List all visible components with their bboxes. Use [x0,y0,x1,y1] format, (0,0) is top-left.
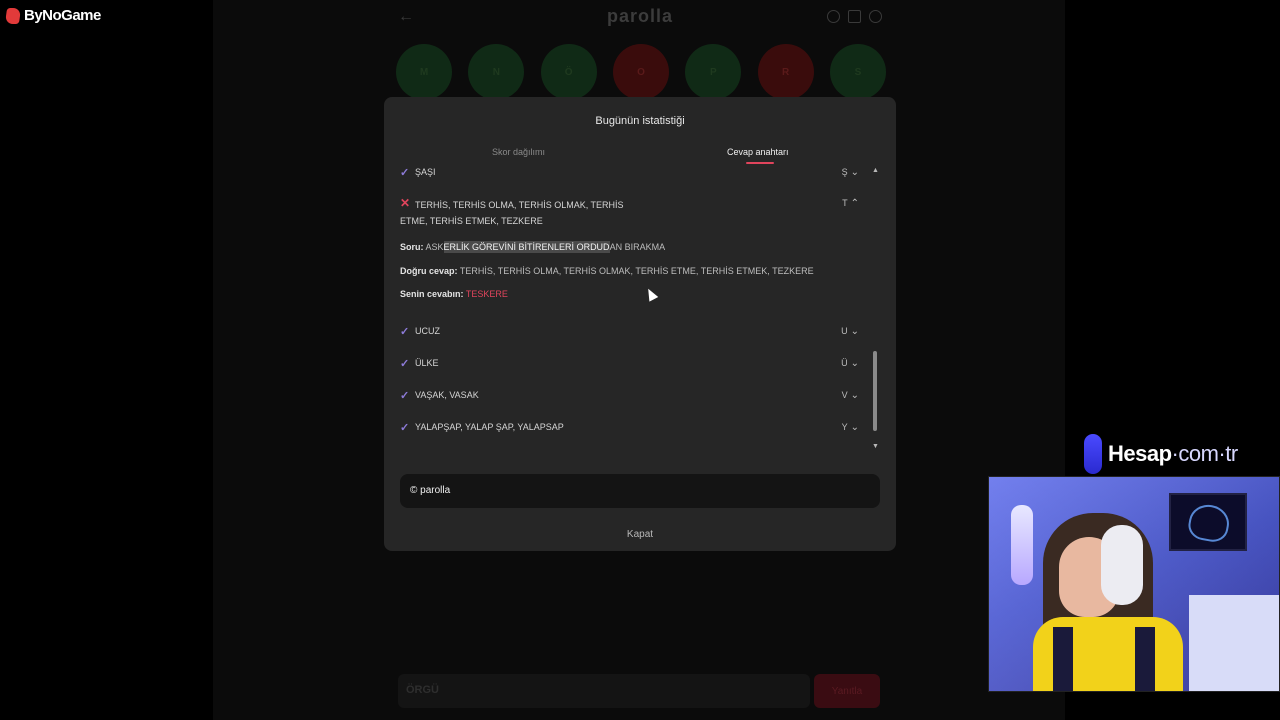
row-letter: V ⌄ [842,390,859,401]
check-icon: ✓ [400,422,410,434]
chevron-down-icon: ⌄ [850,326,859,337]
your-answer-line: Senin cevabın: TESKERE [400,289,508,299]
submit-button[interactable]: Yanıtla [814,674,880,708]
butterfly-art [1186,501,1232,545]
sponsor-text: Hesap·com·tr [1108,441,1238,467]
tab-answer-key[interactable]: Cevap anahtarı [727,147,789,157]
stream-frame: ByNoGame ← parolla M N Ö O P R S ÖRGÜ Ya… [0,0,1280,720]
letter-circle: N [468,44,525,100]
letter-label: V [841,390,848,400]
answer-text-line1: TERHİS, TERHİS OLMA, TERHİS OLMAK, TERHİ… [415,200,624,210]
your-answer-value: TESKERE [465,289,508,299]
webcam-wall-frame [1169,493,1247,551]
check-icon: ✓ [400,390,410,402]
chevron-down-icon: ⌄ [850,167,859,178]
close-button[interactable]: Kapat [384,529,896,540]
answer-text: ÜLKE [415,358,439,368]
letter-circle: R [757,44,814,100]
chevron-down-icon: ⌄ [850,390,859,401]
correct-answer-line: Doğru cevap: TERHİS, TERHİS OLMA, TERHİS… [400,266,814,276]
letter-circle: M [396,44,452,100]
letter-circle: S [829,44,886,100]
letter-circle: Ö [540,44,597,100]
sponsor-domain: ·com·tr [1171,441,1239,466]
letter-label: Ş [841,167,848,177]
shirt-stripe [1053,627,1073,691]
sponsor-logo: Hesap·com·tr [1084,434,1238,474]
headphones [1101,525,1143,605]
brand-logo-icon [4,7,22,24]
answer-text-line2: ETME, TERHİS ETMEK, TEZKERE [400,216,543,226]
row-letter: Y ⌄ [842,422,859,433]
correct-value: TERHİS, TERHİS OLMA, TERHİS OLMAK, TERHİ… [459,266,814,276]
letter-label: T [842,198,848,208]
microphone [1011,505,1033,585]
modal-title: Bugünün istatistiği [595,115,685,127]
stats-modal: Bugünün istatistiği Skor dağılımı Cevap … [384,97,896,551]
header-icons [827,10,882,23]
letter-label: Ü [841,358,848,368]
profile-icon[interactable] [869,10,882,23]
letter-circle: O [612,44,669,100]
letter-label: U [841,326,848,336]
brand-name: ByNoGame [24,7,101,24]
scroll-down-arrow-icon[interactable]: ▼ [872,443,879,450]
scroll-up-arrow-icon[interactable]: ▲ [872,167,879,174]
row-letter: Ü ⌄ [841,358,859,369]
sponsor-mark-icon [1084,434,1102,474]
answer-key-list: ✓ ŞAŞI Ş ⌄ ✕ TERHİS, TERHİS OLMA, TERHİS … [400,161,870,451]
shirt-stripe [1135,627,1155,691]
cross-icon: ✕ [400,196,411,210]
stream-brand: ByNoGame [4,7,101,24]
info-icon[interactable] [827,10,840,23]
chevron-up-icon: ⌃ [850,198,859,209]
answer-text: UCUZ [415,326,440,336]
row-letter: Ş ⌄ [842,167,859,178]
answer-input[interactable]: ÖRGÜ [398,674,810,708]
your-answer-label: Senin cevabın: [400,289,464,299]
row-letter: U ⌄ [841,326,859,337]
answer-text: VAŞAK, VASAK [415,390,479,400]
chevron-down-icon: ⌄ [850,422,859,433]
answer-text: ŞAŞI [415,167,436,177]
question-post: AN BIRAKMA [609,242,666,252]
question-line: Soru: ASKERLİK GÖREVİNİ BİTİRENLERİ ORDU… [400,241,666,253]
letter-circles: M N Ö O P R S [396,44,886,100]
correct-label: Doğru cevap: [400,266,458,276]
sponsor-main: Hesap [1108,441,1172,466]
letter-circle: P [685,44,742,100]
letter-label: Y [841,422,848,432]
webcam-shelf [1189,595,1279,691]
row-letter: T ⌃ [842,198,859,209]
answer-row-expanded[interactable]: ✕ TERHİS, TERHİS OLMA, TERHİS OLMAK, TER… [400,196,862,231]
tab-score-distribution[interactable]: Skor dağılımı [492,147,545,157]
question-highlight: ERLİK GÖREVİNİ BİTİRENLERİ ORDUD [443,241,610,253]
question-pre: ASK [425,242,444,252]
check-icon: ✓ [400,167,410,179]
game-title: parolla [606,6,674,26]
check-icon: ✓ [400,358,410,370]
check-icon: ✓ [400,326,410,338]
answer-text: YALAPŞAP, YALAP ŞAP, YALAPSAP [415,422,564,432]
question-label: Soru: [400,242,424,252]
chevron-down-icon: ⌄ [850,358,859,369]
stats-icon[interactable] [848,10,861,23]
game-header: ← parolla [384,0,896,36]
webcam-feed [988,476,1280,692]
share-box[interactable]: © parolla [400,474,880,508]
scrollbar-thumb[interactable] [873,351,877,431]
